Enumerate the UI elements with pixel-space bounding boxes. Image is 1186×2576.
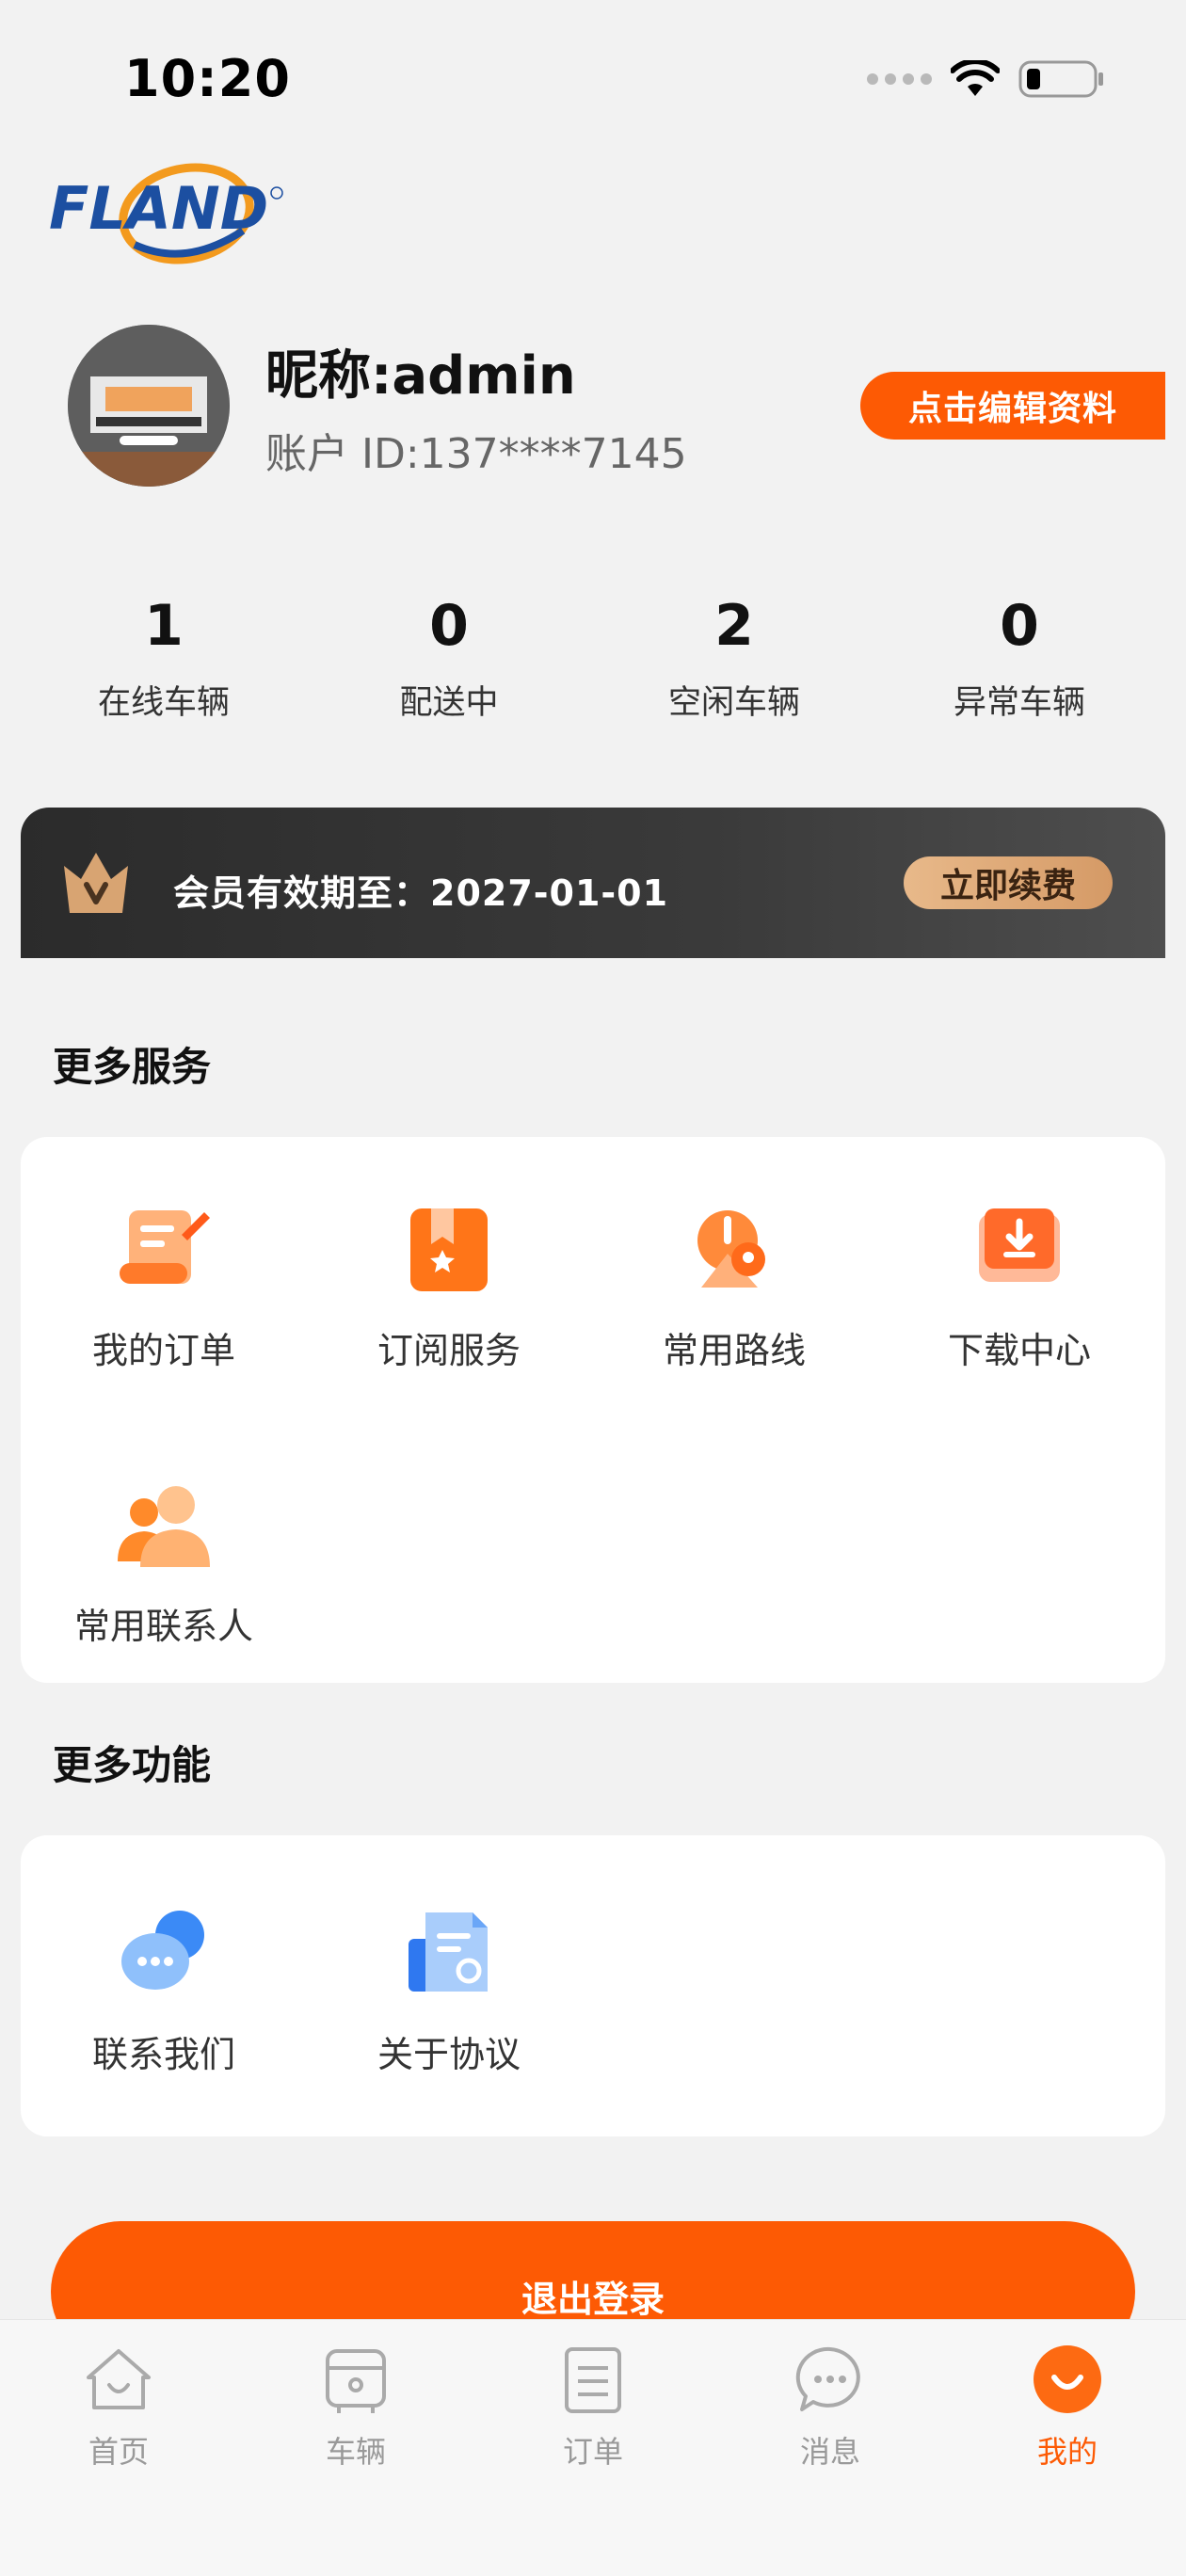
profile-icon: [1030, 2342, 1105, 2417]
status-time: 10:20: [124, 49, 291, 108]
vip-expiry-text: 会员有效期至：2027-01-01: [173, 872, 669, 914]
home-icon: [81, 2342, 156, 2417]
fland-logo: FLAND: [45, 155, 290, 272]
tab-label: 消息: [799, 2434, 860, 2470]
service-common-routes[interactable]: 常用路线: [593, 1197, 875, 1373]
service-label: 常用联系人: [73, 1606, 253, 1647]
stat-label: 在线车辆: [97, 684, 230, 722]
chat-bubble-icon: [112, 1901, 216, 2005]
route-pin-icon: [682, 1197, 786, 1301]
stat-value: 0: [429, 593, 469, 659]
section-title-more-services: 更多服务: [53, 1044, 212, 1090]
service-label: 订阅服务: [377, 1330, 521, 1371]
download-icon: [968, 1197, 1071, 1301]
service-label: 下载中心: [947, 1330, 1091, 1371]
stat-label: 空闲车辆: [667, 684, 800, 722]
vehicle-icon: [318, 2342, 393, 2417]
service-label: 常用路线: [662, 1330, 806, 1371]
battery-icon: [1018, 60, 1103, 98]
tab-label: 我的: [1036, 2434, 1098, 2470]
logo-text: FLAND: [49, 174, 268, 243]
crown-icon: [58, 847, 134, 922]
edit-profile-button[interactable]: 点击编辑资料: [860, 372, 1165, 440]
order-scroll-icon: [112, 1197, 216, 1301]
tab-label: 订单: [562, 2434, 623, 2470]
feature-contact-us[interactable]: 联系我们: [23, 1901, 305, 2077]
nickname: 昵称:admin: [265, 345, 576, 407]
stat-online-vehicles[interactable]: 1 在线车辆: [23, 593, 305, 724]
service-my-orders[interactable]: 我的订单: [23, 1197, 305, 1373]
tab-label: 车辆: [325, 2434, 386, 2470]
subscription-book-icon: [397, 1197, 501, 1301]
stat-value: 1: [144, 593, 184, 659]
avatar[interactable]: [68, 325, 230, 487]
stat-label: 异常车辆: [953, 684, 1085, 722]
contacts-icon: [112, 1473, 216, 1576]
agreement-doc-icon: [397, 1901, 501, 2005]
account-id: 账户 ID:137****7145: [265, 430, 687, 478]
tab-profile[interactable]: 我的: [949, 2342, 1186, 2472]
tab-label: 首页: [88, 2434, 149, 2470]
service-download-center[interactable]: 下载中心: [878, 1197, 1161, 1373]
tab-orders[interactable]: 订单: [474, 2342, 712, 2472]
service-subscription[interactable]: 订阅服务: [308, 1197, 590, 1373]
stat-idle-vehicles[interactable]: 2 空闲车辆: [593, 593, 875, 724]
orders-icon: [555, 2342, 631, 2417]
tab-vehicles[interactable]: 车辆: [237, 2342, 474, 2472]
wifi-icon: [951, 60, 1000, 96]
cellular-signal-icon: [867, 73, 932, 85]
status-icons: [867, 58, 1105, 100]
stat-value: 2: [714, 593, 754, 659]
stat-value: 0: [1000, 593, 1039, 659]
service-common-contacts[interactable]: 常用联系人: [23, 1473, 305, 1649]
tab-messages[interactable]: 消息: [712, 2342, 949, 2472]
feature-label: 联系我们: [91, 2034, 235, 2075]
service-label: 我的订单: [91, 1330, 235, 1371]
feature-label: 关于协议: [377, 2034, 521, 2075]
section-title-more-features: 更多功能: [53, 1742, 212, 1788]
tab-home[interactable]: 首页: [0, 2342, 237, 2472]
renew-button[interactable]: 立即续费: [904, 856, 1113, 909]
message-icon: [793, 2342, 868, 2417]
stat-abnormal-vehicles[interactable]: 0 异常车辆: [878, 593, 1161, 724]
stat-delivering[interactable]: 0 配送中: [308, 593, 590, 724]
stat-label: 配送中: [399, 684, 499, 722]
feature-agreement[interactable]: 关于协议: [308, 1901, 590, 2077]
